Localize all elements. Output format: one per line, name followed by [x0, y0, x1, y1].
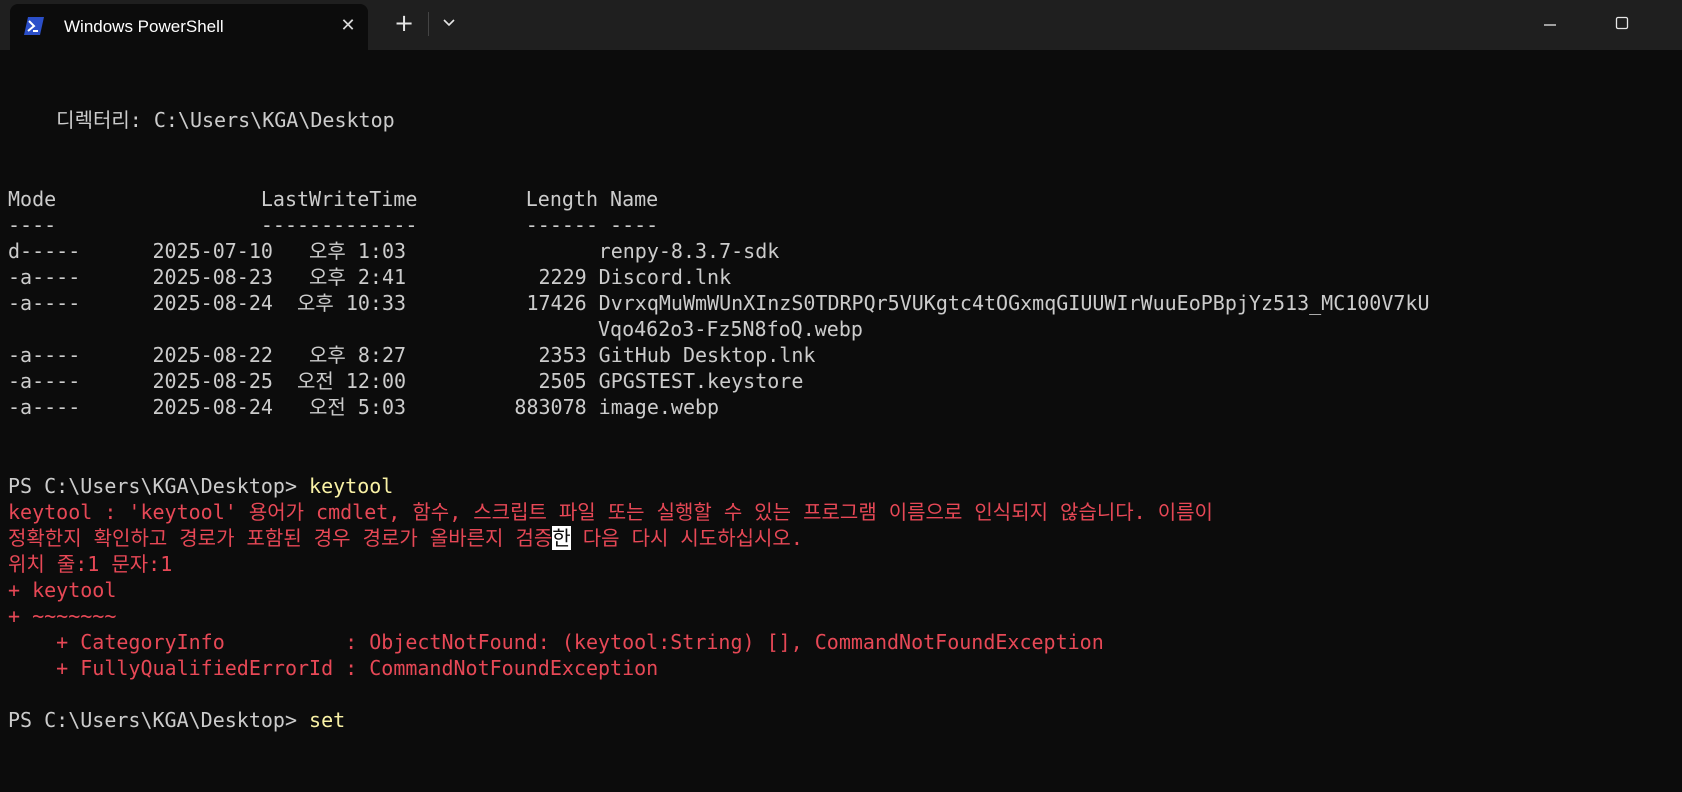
error-text: 정확한지 확인하고 경로가 포함된 경우 경로가 올바른지 검증 [8, 526, 553, 550]
table-row: -a---- 2025-08-22 오후 8:27 2353 GitHub De… [8, 343, 816, 367]
prompt: PS C:\Users\KGA\Desktop> [8, 474, 310, 498]
error-line: + ~~~~~~~ [8, 604, 117, 628]
error-text: 다음 다시 시도하십시오. [570, 526, 803, 550]
tab-title: Windows PowerShell [64, 17, 224, 36]
table-underline: ---- ------------- ------ ---- [8, 213, 659, 237]
table-row: -a---- 2025-08-24 오후 10:33 17426 DvrxqMu… [8, 291, 1430, 315]
prompt-line: PS C:\Users\KGA\Desktop> keytool [8, 472, 393, 500]
directory-line: 디렉터리: C:\Users\KGA\Desktop [8, 108, 395, 132]
error-line: 정확한지 확인하고 경로가 포함된 경우 경로가 올바른지 검증한 다음 다시 … [8, 524, 803, 552]
minimize-icon[interactable] [1530, 8, 1570, 38]
tab-divider [428, 12, 429, 36]
powershell-icon [24, 17, 44, 35]
error-line: 위치 줄:1 문자:1 [8, 552, 173, 576]
error-line: + CategoryInfo : ObjectNotFound: (keytoo… [8, 630, 1104, 654]
prompt: PS C:\Users\KGA\Desktop> [8, 708, 310, 732]
table-row: -a---- 2025-08-25 오전 12:00 2505 GPGSTEST… [8, 369, 804, 393]
maximize-icon[interactable] [1602, 8, 1642, 38]
tab-windows-powershell[interactable]: Windows PowerShell ✕ [10, 4, 368, 50]
table-row-continuation: Vqo462o3-Fz5N8foQ.webp [8, 317, 863, 341]
prompt-line: PS C:\Users\KGA\Desktop> set [8, 706, 345, 734]
text-cursor: 한 [552, 526, 571, 550]
powershell-window: Windows PowerShell ✕ + 디렉터리: C:\Users\KG… [0, 0, 1682, 792]
table-row: -a---- 2025-08-24 오전 5:03 883078 image.w… [8, 395, 720, 419]
plus-icon[interactable]: + [389, 8, 419, 38]
title-bar: Windows PowerShell ✕ + [0, 0, 1682, 50]
table-header: Mode LastWriteTime Length Name [8, 187, 659, 211]
terminal-output[interactable]: 디렉터리: C:\Users\KGA\Desktop Mode LastWrit… [8, 52, 1676, 792]
chevron-down-icon[interactable] [434, 8, 464, 38]
close-icon[interactable]: ✕ [334, 12, 362, 40]
command-text: keytool [309, 474, 394, 498]
command-text: set [309, 708, 346, 732]
error-line: keytool : 'keytool' 용어가 cmdlet, 함수, 스크립트… [8, 500, 1213, 524]
error-line: + FullyQualifiedErrorId : CommandNotFoun… [8, 656, 659, 680]
table-row: d----- 2025-07-10 오후 1:03 renpy-8.3.7-sd… [8, 239, 780, 263]
table-row: -a---- 2025-08-23 오후 2:41 2229 Discord.l… [8, 265, 732, 289]
scrollbar[interactable] [1678, 50, 1682, 792]
error-line: + keytool [8, 578, 117, 602]
